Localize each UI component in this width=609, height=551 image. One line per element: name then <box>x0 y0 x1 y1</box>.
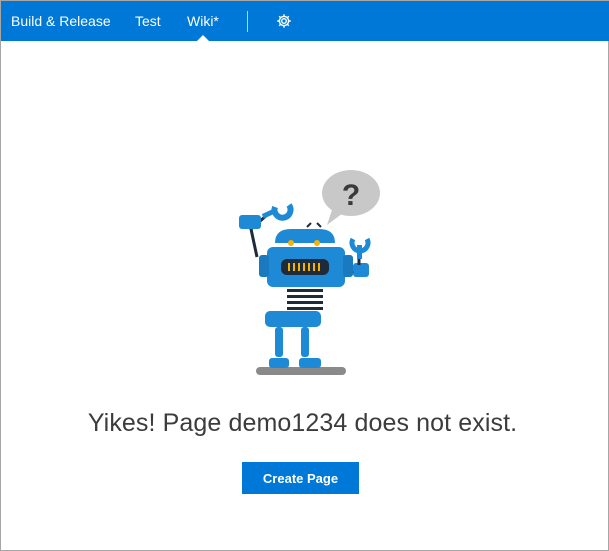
nav-test[interactable]: Test <box>135 1 161 41</box>
robot-confused-icon: ? <box>239 170 380 375</box>
speech-bubble-icon: ? <box>322 170 380 225</box>
top-navigation-bar: Build & Release Test Wiki* <box>1 1 609 41</box>
nav-build-release[interactable]: Build & Release <box>11 1 111 41</box>
create-page-button[interactable]: Create Page <box>242 462 359 494</box>
nav-divider <box>247 11 248 32</box>
page-frame: Build & Release Test Wiki* ? Yikes! Page… <box>0 0 609 551</box>
gear-icon[interactable] <box>276 13 292 29</box>
nav-wiki[interactable]: Wiki* <box>187 1 219 41</box>
speech-bubble-question: ? <box>342 179 360 212</box>
page-not-found-message: Yikes! Page demo1234 does not exist. <box>87 409 518 437</box>
